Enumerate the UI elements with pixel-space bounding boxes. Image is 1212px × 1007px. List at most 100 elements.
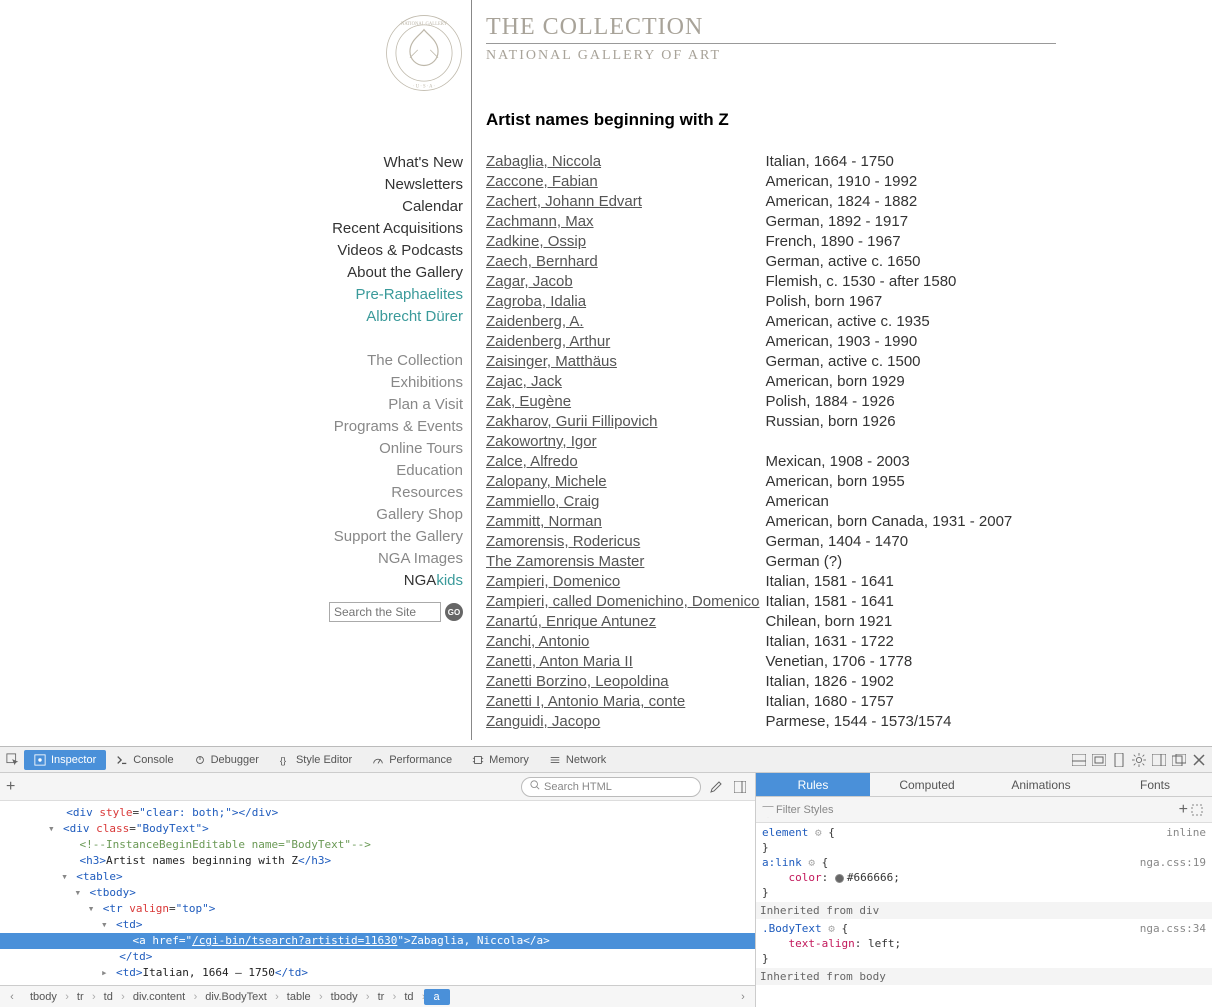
devtools-settings-icon[interactable] xyxy=(1130,751,1148,769)
nav-support-the-gallery[interactable]: Support the Gallery xyxy=(136,526,463,548)
artist-link[interactable]: Zanartú, Enrique Antunez xyxy=(486,613,656,630)
nav-about-the-gallery[interactable]: About the Gallery xyxy=(136,262,463,284)
rules-subtab-animations[interactable]: Animations xyxy=(984,773,1098,796)
devtools-toggle-split-icon[interactable] xyxy=(1070,751,1088,769)
search-go-button[interactable]: GO xyxy=(445,603,463,621)
devtools-responsive-icon[interactable] xyxy=(1110,751,1128,769)
nav-ngakids[interactable]: NGAkids xyxy=(136,570,463,592)
artist-link[interactable]: Zanetti I, Antonio Maria, conte xyxy=(486,693,685,710)
crumb-div-content[interactable]: div.content xyxy=(123,991,195,1003)
add-rule-icon[interactable]: + xyxy=(1179,801,1188,819)
artist-link[interactable]: Zadkine, Ossip xyxy=(486,233,586,250)
nav-the-collection[interactable]: The Collection xyxy=(136,350,463,372)
nav-videos-podcasts[interactable]: Videos & Podcasts xyxy=(136,240,463,262)
artist-link[interactable]: Zaccone, Fabian xyxy=(486,173,598,190)
artist-info: American, active c. 1935 xyxy=(765,312,1018,332)
devtools-tab-inspector[interactable]: Inspector xyxy=(24,750,106,770)
add-node-icon[interactable]: + xyxy=(6,778,15,796)
artist-link[interactable]: Zalopany, Michele xyxy=(486,473,607,490)
filter-styles-input[interactable]: Filter Styles xyxy=(762,804,1179,816)
edit-html-icon[interactable] xyxy=(707,778,725,796)
artist-link[interactable]: Zanetti, Anton Maria II xyxy=(486,653,633,670)
artist-table: Zabaglia, NiccolaItalian, 1664 - 1750Zac… xyxy=(486,152,1018,732)
artist-link[interactable]: Zachert, Johann Edvart xyxy=(486,193,642,210)
crumb-td[interactable]: td xyxy=(94,991,123,1003)
nav-gallery-shop[interactable]: Gallery Shop xyxy=(136,504,463,526)
artist-link[interactable]: Zaisinger, Matthäus xyxy=(486,353,617,370)
artist-link[interactable]: Zanetti Borzino, Leopoldina xyxy=(486,673,669,690)
crumb-div-BodyText[interactable]: div.BodyText xyxy=(195,991,277,1003)
artist-info: German, 1404 - 1470 xyxy=(765,532,1018,552)
artist-link[interactable]: Zak, Eugène xyxy=(486,393,571,410)
breadcrumb[interactable]: ‹ tbodytrtddiv.contentdiv.BodyTexttablet… xyxy=(0,985,755,1007)
nav-pre-raphaelites[interactable]: Pre-Raphaelites xyxy=(136,284,463,306)
artist-link[interactable]: Zakowortny, Igor xyxy=(486,433,597,450)
artist-link[interactable]: Zaidenberg, A. xyxy=(486,313,584,330)
nav-recent-acquisitions[interactable]: Recent Acquisitions xyxy=(136,218,463,240)
nav-calendar[interactable]: Calendar xyxy=(136,196,463,218)
nav-newsletters[interactable]: Newsletters xyxy=(136,174,463,196)
nav-albrecht-d-rer[interactable]: Albrecht Dürer xyxy=(136,306,463,328)
nav-what-s-new[interactable]: What's New xyxy=(136,152,463,174)
crumb-table[interactable]: table xyxy=(277,991,321,1003)
nav-plan-a-visit[interactable]: Plan a Visit xyxy=(136,394,463,416)
nav-nga-images[interactable]: NGA Images xyxy=(136,548,463,570)
artist-link[interactable]: Zagroba, Idalia xyxy=(486,293,586,310)
crumb-tr[interactable]: tr xyxy=(67,991,94,1003)
artist-link[interactable]: Zabaglia, Niccola xyxy=(486,153,601,170)
toggle-pseudo-icon[interactable] xyxy=(1188,801,1206,819)
nav-resources[interactable]: Resources xyxy=(136,482,463,504)
artist-link[interactable]: Zammiello, Craig xyxy=(486,493,599,510)
artist-link[interactable]: Zajac, Jack xyxy=(486,373,562,390)
artist-link[interactable]: Zanguidi, Jacopo xyxy=(486,713,600,730)
crumb-a[interactable]: a xyxy=(424,989,450,1005)
ngakids-prefix: NGA xyxy=(404,572,437,589)
rule-inherit-body: Inherited from body xyxy=(756,968,1212,985)
search-html-input[interactable]: Search HTML xyxy=(521,777,701,797)
nav-exhibitions[interactable]: Exhibitions xyxy=(136,372,463,394)
nav-programs-events[interactable]: Programs & Events xyxy=(136,416,463,438)
dom-tree[interactable]: <div style="clear: both;"></div> ▾ <div … xyxy=(0,801,755,985)
css-rules-panel[interactable]: element ⚙ {inline } a:link ⚙ {nga.css:19… xyxy=(756,823,1212,1007)
artist-link[interactable]: Zaech, Bernhard xyxy=(486,253,598,270)
crumb-tbody[interactable]: tbody xyxy=(20,991,67,1003)
artist-link[interactable]: The Zamorensis Master xyxy=(486,553,644,570)
toggle-panel-icon[interactable] xyxy=(731,778,749,796)
artist-link[interactable]: Zanchi, Antonio xyxy=(486,633,589,650)
performance-icon xyxy=(372,754,384,766)
table-row: Zamorensis, Rodericus German, 1404 - 1470 xyxy=(486,532,1018,552)
devtools-tab-style-editor[interactable]: {}Style Editor xyxy=(269,750,362,770)
artist-link[interactable]: Zachmann, Max xyxy=(486,213,594,230)
rules-subtab-rules[interactable]: Rules xyxy=(756,773,870,796)
rules-subtab-fonts[interactable]: Fonts xyxy=(1098,773,1212,796)
artist-link[interactable]: Zaidenberg, Arthur xyxy=(486,333,610,350)
site-search-input[interactable] xyxy=(329,602,441,622)
nav-education[interactable]: Education xyxy=(136,460,463,482)
artist-link[interactable]: Zagar, Jacob xyxy=(486,273,573,290)
devtools-dock-window-icon[interactable] xyxy=(1170,751,1188,769)
artist-link[interactable]: Zalce, Alfredo xyxy=(486,453,578,470)
devtools-dock-side-icon[interactable] xyxy=(1150,751,1168,769)
devtools-tab-debugger[interactable]: Debugger xyxy=(184,750,269,770)
devtools-tab-console[interactable]: Console xyxy=(106,750,183,770)
artist-link[interactable]: Zamorensis, Rodericus xyxy=(486,533,640,550)
crumb-next-icon[interactable]: › xyxy=(735,991,751,1003)
crumb-tr[interactable]: tr xyxy=(368,991,395,1003)
devtools-tab-network[interactable]: Network xyxy=(539,750,616,770)
artist-info: Italian, 1581 - 1641 xyxy=(765,592,1018,612)
devtools-close-icon[interactable] xyxy=(1190,751,1208,769)
devtools-tab-performance[interactable]: Performance xyxy=(362,750,462,770)
crumb-td[interactable]: td xyxy=(394,991,423,1003)
nav-online-tours[interactable]: Online Tours xyxy=(136,438,463,460)
crumb-prev-icon[interactable]: ‹ xyxy=(4,991,20,1003)
devtools-frames-icon[interactable] xyxy=(1090,751,1108,769)
artist-link[interactable]: Zakharov, Gurii Fillipovich xyxy=(486,413,657,430)
pick-element-icon[interactable] xyxy=(4,751,22,769)
artist-link[interactable]: Zammitt, Norman xyxy=(486,513,602,530)
artist-link[interactable]: Zampieri, called Domenichino, Domenico xyxy=(486,593,759,610)
devtools-tab-memory[interactable]: Memory xyxy=(462,750,539,770)
crumb-tbody[interactable]: tbody xyxy=(321,991,368,1003)
artist-link[interactable]: Zampieri, Domenico xyxy=(486,573,620,590)
artist-info: American, born Canada, 1931 - 2007 xyxy=(765,512,1018,532)
rules-subtab-computed[interactable]: Computed xyxy=(870,773,984,796)
